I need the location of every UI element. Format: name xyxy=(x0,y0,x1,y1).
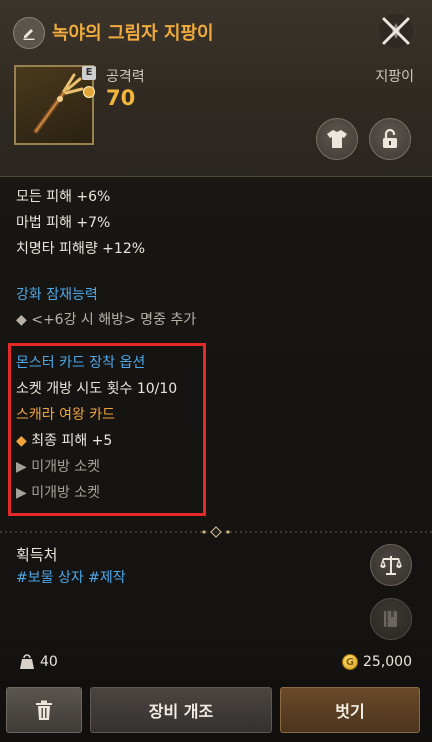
unequip-button[interactable]: 벗기 xyxy=(280,687,420,733)
modify-equipment-button[interactable]: 장비 개조 xyxy=(90,687,272,733)
lock-toggle-button[interactable] xyxy=(369,118,411,160)
acquire-title: 획득처 xyxy=(16,546,58,564)
card-name: 스캐라 여왕 카드 xyxy=(16,407,116,423)
unlock-icon xyxy=(383,128,397,148)
trade-button[interactable] xyxy=(370,544,412,586)
card-effect: ◆ 최종 피해 +5 xyxy=(16,430,112,450)
card-effect-marker: ◆ xyxy=(16,433,27,449)
item-tooltip-panel: 녹야의 그림자 지팡이 E 공격력 70 지팡이 모든 피해 +6% 마법 피해… xyxy=(0,0,432,742)
codex-button[interactable] xyxy=(370,598,412,640)
outfit-icon xyxy=(327,130,347,148)
enhance-item: ◆ <+6강 시 해방> 명중 추가 xyxy=(16,312,197,328)
socket-attempts: 소켓 개방 시도 횟수 10/10 xyxy=(16,381,178,397)
locked-socket: ▶ 미개방 소켓 xyxy=(16,459,101,475)
monster-card-title: 몬스터 카드 장착 옵션 xyxy=(16,355,146,371)
edit-button[interactable] xyxy=(13,17,45,49)
item-type: 지팡이 xyxy=(375,69,414,85)
edit-icon xyxy=(23,29,35,40)
option-line: 모든 피해 +6% xyxy=(16,189,111,205)
stat-value: 70 xyxy=(106,86,136,110)
weight-value: 40 xyxy=(40,654,58,670)
weight-display: 40 xyxy=(18,654,58,670)
bag-icon xyxy=(20,654,34,669)
section-divider xyxy=(0,526,432,538)
acquire-tags[interactable]: #보물 상자 #제작 xyxy=(16,567,126,587)
grade-badge: E xyxy=(82,66,96,80)
item-header: 녹야의 그림자 지팡이 E 공격력 70 지팡이 xyxy=(0,0,432,177)
bind-status-dot xyxy=(83,86,95,98)
item-name: 녹야의 그림자 지팡이 xyxy=(52,23,214,44)
book-icon xyxy=(384,611,397,627)
enhance-title: 강화 잠재능력 xyxy=(16,287,98,303)
locked-socket: ▶ 미개방 소켓 xyxy=(16,485,101,501)
option-line: 마법 피해 +7% xyxy=(16,215,111,231)
stat-label: 공격력 xyxy=(106,69,145,85)
scale-icon xyxy=(380,556,402,575)
delete-button[interactable] xyxy=(6,687,82,733)
card-effect-text: 최종 피해 +5 xyxy=(31,433,113,449)
gold-value: 25,000 xyxy=(363,654,412,670)
close-icon xyxy=(379,14,413,48)
staff-icon xyxy=(33,73,84,134)
option-line: 치명타 피해량 +12% xyxy=(16,241,146,257)
appearance-button[interactable] xyxy=(316,118,358,160)
trash-icon xyxy=(36,700,52,720)
gold-coin-icon: G xyxy=(342,654,358,670)
close-button[interactable] xyxy=(376,11,416,51)
gold-display: G 25,000 xyxy=(342,654,412,670)
